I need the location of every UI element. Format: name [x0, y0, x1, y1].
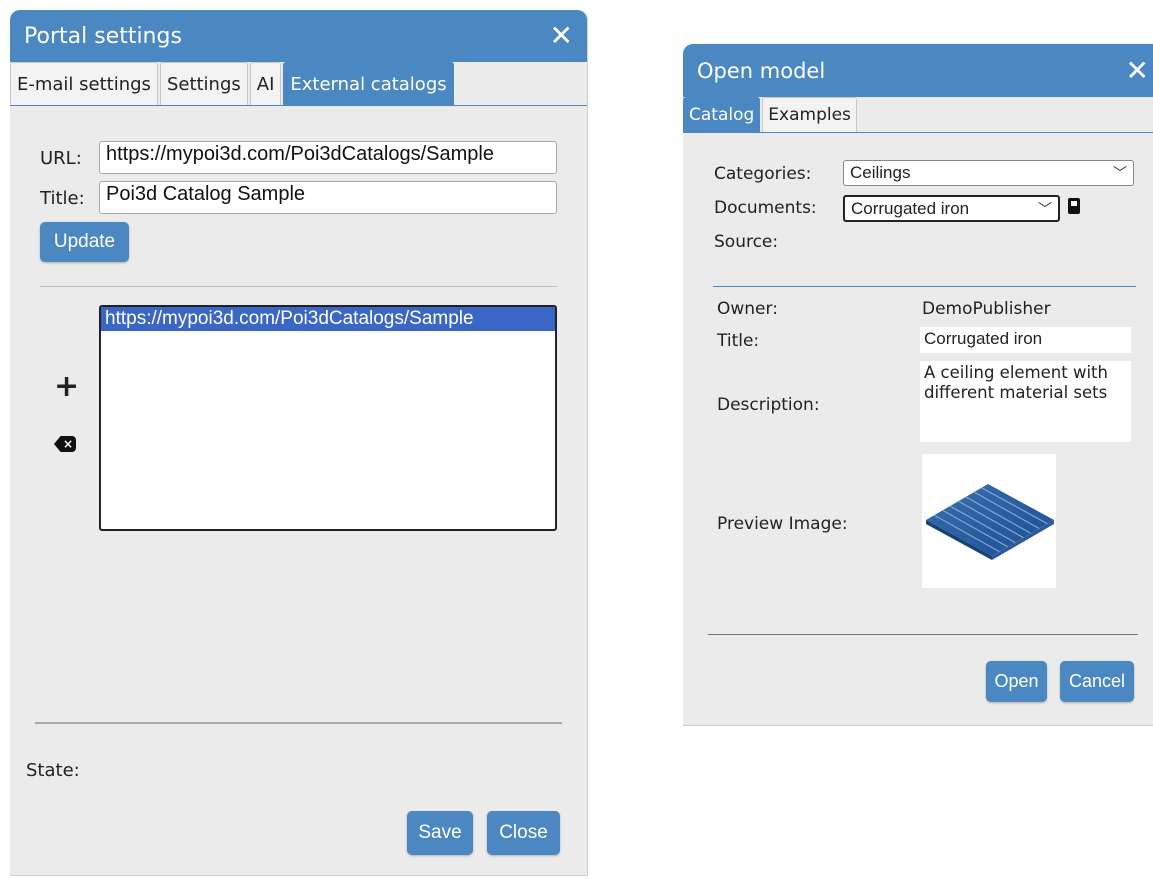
dialog-title: Open model — [697, 58, 826, 83]
tab-settings[interactable]: Settings — [159, 62, 248, 105]
save-button[interactable]: Save — [407, 811, 473, 855]
tab-catalog[interactable]: Catalog — [683, 97, 761, 132]
tab-external-catalogs[interactable]: External catalogs — [283, 62, 454, 105]
chevron-down-icon: ﹀ — [1038, 200, 1052, 217]
divider — [708, 634, 1138, 635]
corrugated-iron-preview — [926, 484, 1054, 560]
book-icon[interactable] — [1068, 198, 1080, 214]
open-button[interactable]: Open — [986, 661, 1047, 702]
title-label: Title: — [40, 188, 85, 209]
documents-value: Corrugated iron — [851, 198, 970, 218]
categories-select[interactable]: Ceilings ﹀ — [843, 160, 1134, 186]
dialog-title: Portal settings — [24, 23, 182, 49]
tab-ai[interactable]: AI — [249, 62, 282, 105]
update-button[interactable]: Update — [40, 222, 129, 262]
plus-icon[interactable]: + — [54, 372, 79, 402]
list-item[interactable]: https://mypoi3d.com/Poi3dCatalogs/Sample — [101, 307, 555, 331]
documents-select[interactable]: Corrugated iron ﹀ — [843, 195, 1060, 222]
close-icon[interactable]: ✕ — [1126, 56, 1149, 85]
state-label: State: — [26, 760, 80, 781]
open-model-titlebar[interactable]: Open model ✕ — [683, 44, 1153, 97]
description-label: Description: — [717, 395, 820, 415]
url-label: URL: — [40, 148, 82, 169]
preview-image — [922, 454, 1056, 588]
tab-email-settings[interactable]: E-mail settings — [10, 62, 158, 105]
portal-settings-dialog: Portal settings ✕ E-mail settings Settin… — [10, 10, 588, 876]
portal-settings-titlebar[interactable]: Portal settings ✕ — [10, 10, 587, 62]
chevron-down-icon: ﹀ — [1113, 165, 1127, 181]
divider — [40, 286, 557, 287]
owner-value: DemoPublisher — [922, 299, 1051, 319]
documents-label: Documents: — [714, 198, 817, 218]
title-label: Title: — [717, 331, 760, 351]
divider — [713, 286, 1136, 287]
open-model-tabs: Catalog Examples — [683, 97, 1153, 133]
portal-tabs: E-mail settings Settings AI External cat… — [10, 62, 587, 106]
categories-label: Categories: — [714, 164, 812, 184]
backspace-icon[interactable]: × — [54, 436, 76, 452]
source-label: Source: — [714, 232, 779, 252]
description-value: A ceiling element with different materia… — [920, 361, 1131, 442]
cancel-button[interactable]: Cancel — [1060, 661, 1134, 702]
catalog-url-list[interactable]: https://mypoi3d.com/Poi3dCatalogs/Sample — [99, 305, 557, 531]
close-button[interactable]: Close — [487, 811, 560, 855]
url-input[interactable]: https://mypoi3d.com/Poi3dCatalogs/Sample — [99, 141, 557, 174]
owner-label: Owner: — [717, 299, 778, 319]
open-model-dialog: Open model ✕ Catalog Examples Categories… — [683, 44, 1153, 726]
categories-value: Ceilings — [850, 163, 911, 182]
divider — [35, 722, 562, 724]
close-icon[interactable]: ✕ — [550, 22, 573, 50]
tab-examples[interactable]: Examples — [762, 97, 857, 132]
title-value: Corrugated iron — [920, 327, 1131, 353]
preview-label: Preview Image: — [717, 514, 848, 534]
title-input[interactable]: Poi3d Catalog Sample — [99, 181, 557, 214]
